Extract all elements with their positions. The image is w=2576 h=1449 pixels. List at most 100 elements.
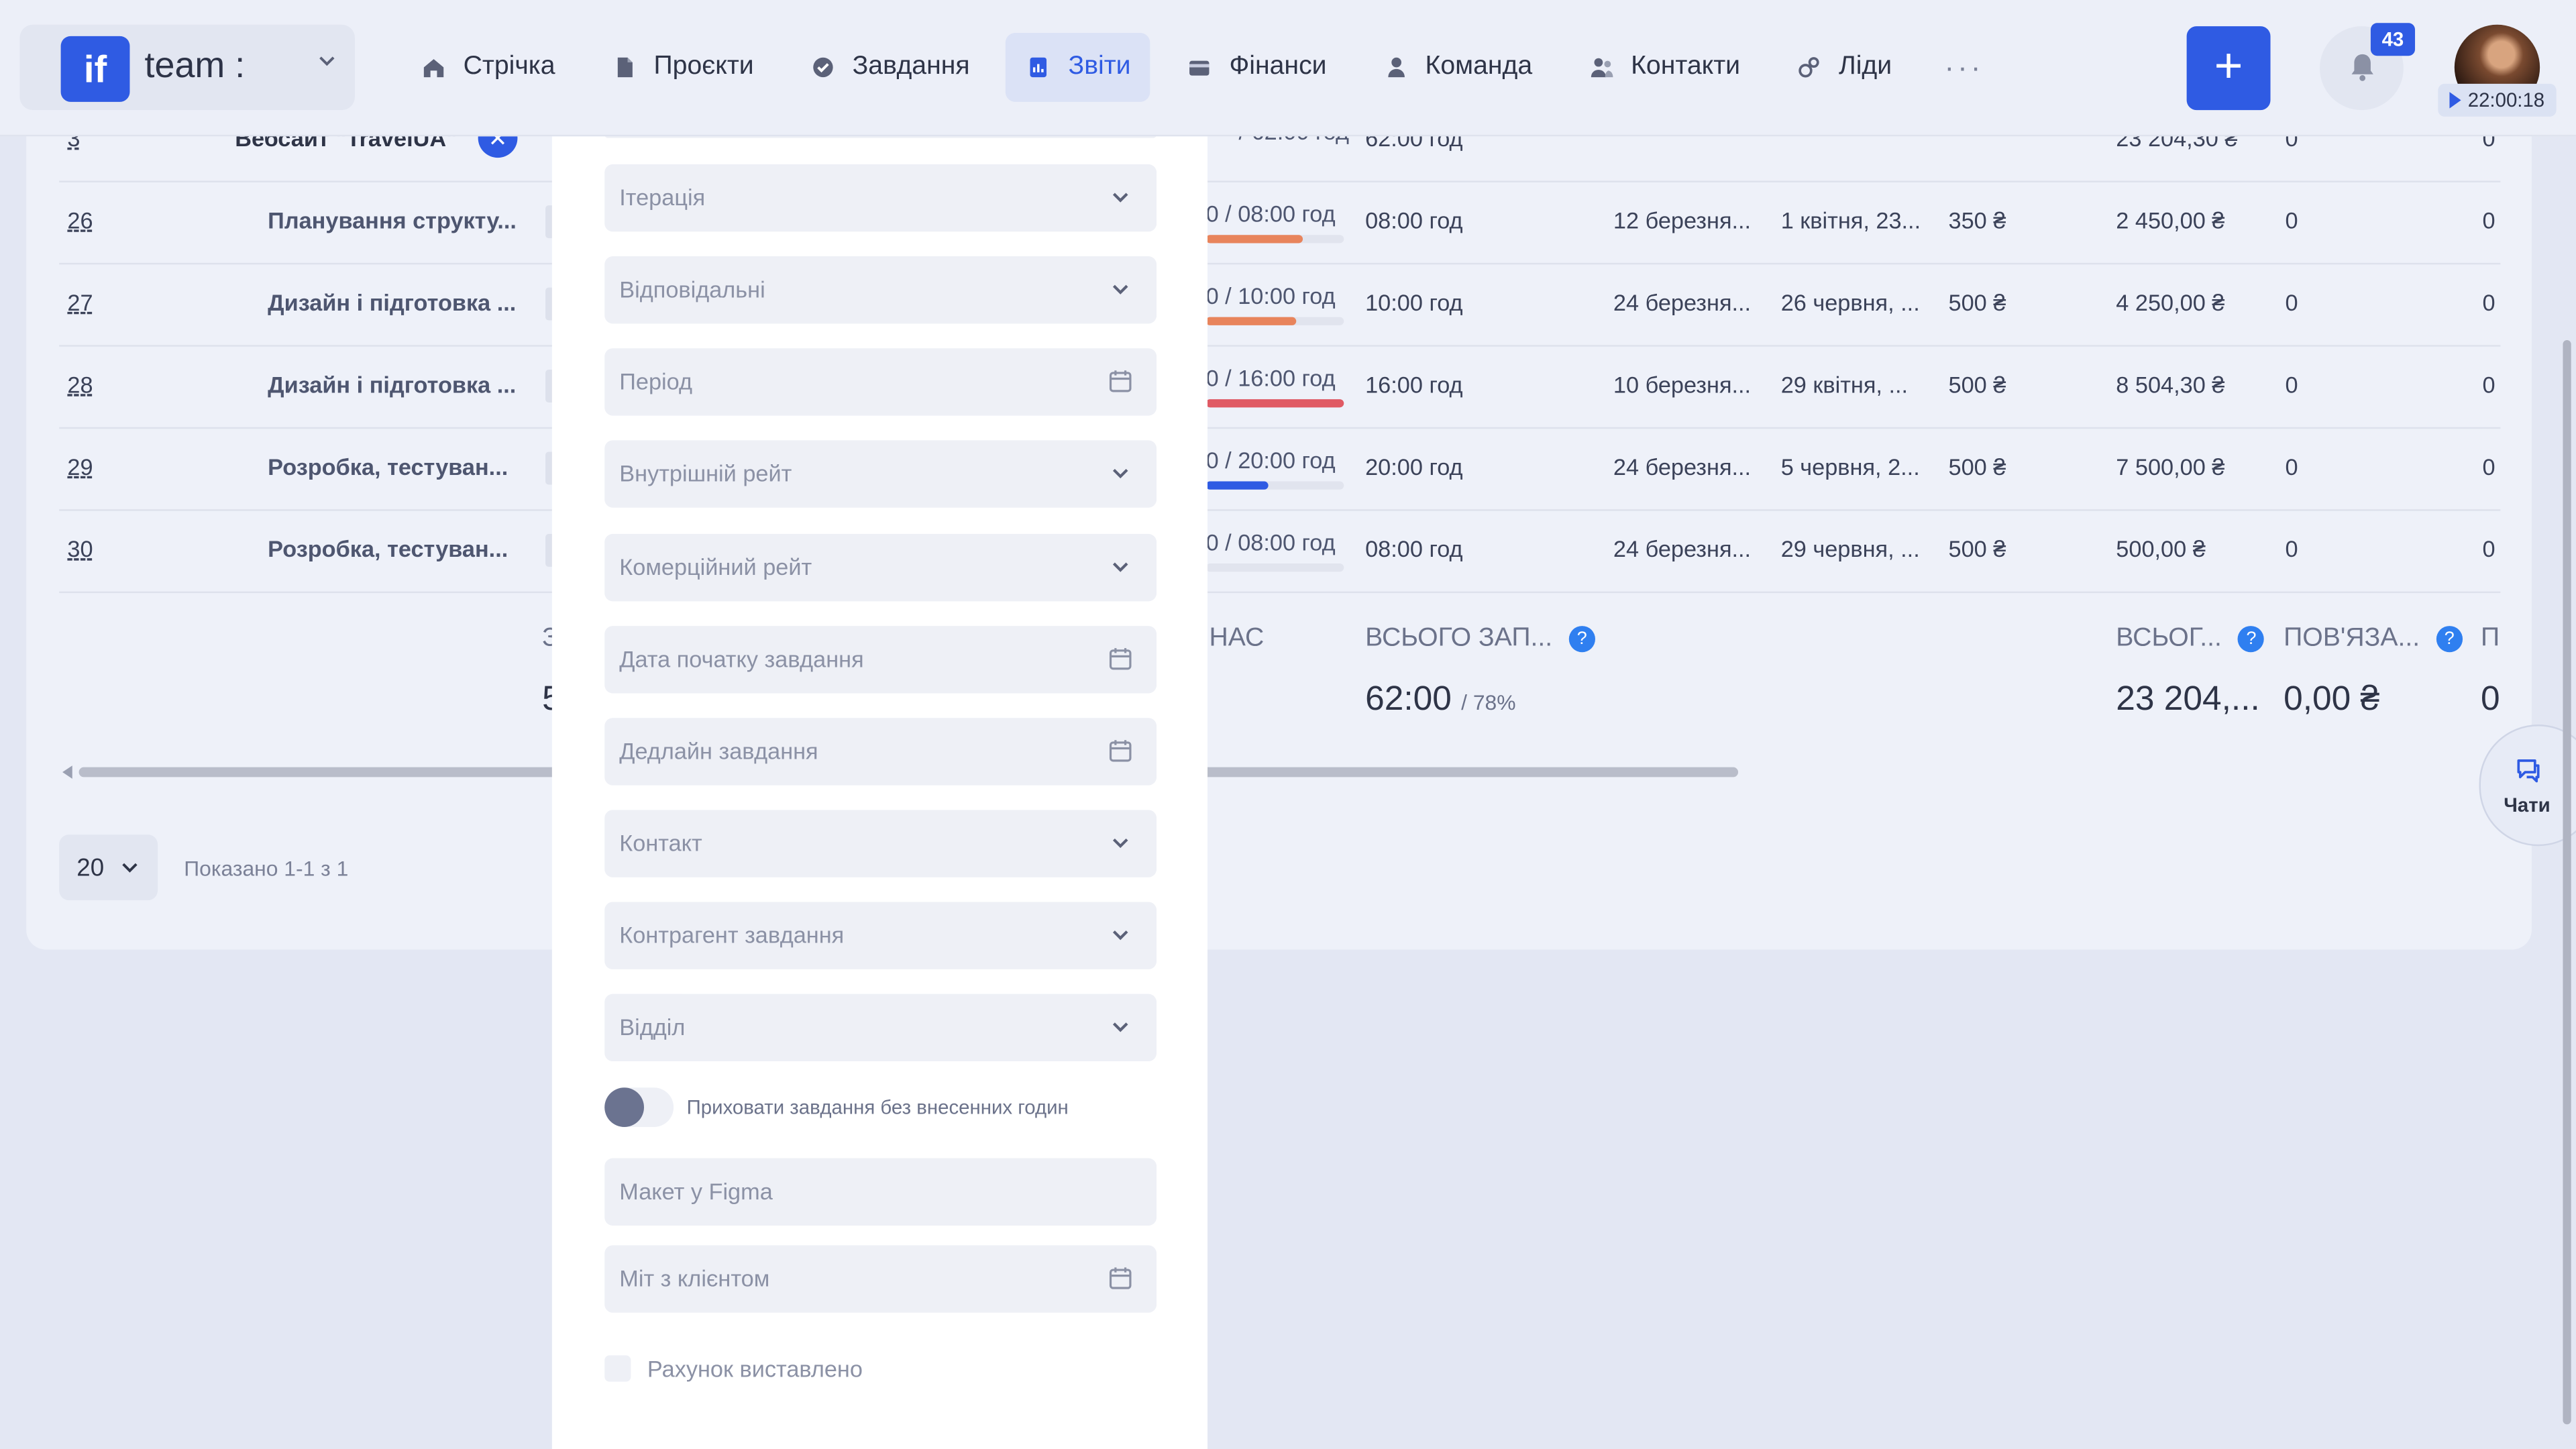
nav-item-1[interactable]: Проєкти	[591, 33, 773, 102]
chevron-down-icon	[1112, 193, 1128, 203]
end-date: 29 квітня, ...	[1780, 371, 1909, 398]
scroll-left-icon[interactable]	[62, 765, 72, 779]
col-a: 0	[2285, 289, 2298, 316]
top-header: if team : Стрічка Проєкти Завдання Звіти Фін…	[0, 0, 2576, 137]
filter-select-0[interactable]: Ітерація	[604, 164, 1157, 232]
sum: 7 500,00 ₴	[2116, 453, 2225, 480]
filter-select-8[interactable]: Контрагент завдання	[604, 902, 1157, 969]
filter-date-5[interactable]: Дата початку завдання	[604, 626, 1157, 694]
help-icon[interactable]: ?	[2436, 626, 2463, 653]
planned-hours: 0 / 10:00 год	[1205, 282, 1336, 309]
col-b: 0	[2482, 535, 2496, 562]
chevron-down-icon	[1112, 1022, 1128, 1032]
play-icon	[2449, 92, 2461, 109]
total-time-header: ВСЬОГО ЗАП...?	[1365, 625, 1595, 654]
bell-icon	[2351, 54, 2373, 81]
time-tracker[interactable]: 22:00:18	[2438, 83, 2557, 117]
task-id-link[interactable]: 28	[67, 371, 93, 397]
start-date: 12 березня...	[1613, 207, 1752, 233]
task-name[interactable]: Розробка, тестуван...	[268, 453, 508, 480]
page-size-select[interactable]: 20	[59, 835, 158, 901]
nav-item-label: Команда	[1425, 52, 1533, 81]
filter-select-4[interactable]: Комерційний рейт	[604, 533, 1157, 602]
nav-item-4[interactable]: Фінанси	[1167, 33, 1346, 102]
last-col-value: 0	[2480, 680, 2500, 718]
chevron-down-icon	[319, 56, 335, 66]
spent-hours: 20:00 год	[1365, 453, 1463, 480]
nav-item-7[interactable]: Ліди	[1776, 33, 1912, 102]
vertical-scrollbar[interactable]	[2563, 339, 2571, 1425]
more-menu-icon[interactable]: ···	[1928, 33, 2000, 102]
calendar-icon	[1109, 740, 1132, 762]
filter-label: Відповідальні	[619, 276, 765, 303]
nav-item-label: Завдання	[852, 52, 970, 81]
nav-item-5[interactable]: Команда	[1362, 33, 1552, 102]
workspace-switcher[interactable]: if team :	[19, 24, 355, 111]
filter-select-1[interactable]: Відповідальні	[604, 256, 1157, 324]
calendar-icon	[1109, 370, 1132, 392]
table-row[interactable]: 28 Дизайн і підготовка ... 0 / 16:00 год 16…	[59, 345, 2501, 429]
hide-empty-toggle[interactable]	[604, 1087, 674, 1128]
help-icon[interactable]: ?	[2238, 626, 2265, 653]
nav-item-label: Стрічка	[463, 52, 555, 81]
filter-select-7[interactable]: Контакт	[604, 810, 1157, 877]
planned-hours: 0 / 08:00 год	[1205, 529, 1336, 555]
showing-count: Показано 1-1 з 1	[184, 855, 349, 881]
nav-item-6[interactable]: Контакти	[1568, 33, 1760, 102]
sum: 500,00 ₴	[2116, 535, 2206, 562]
task-name[interactable]: Планування структу...	[268, 207, 517, 233]
filter-label: Період	[619, 368, 693, 394]
main-nav: Стрічка Проєкти Завдання Звіти Фінанси Команд…	[401, 32, 2000, 102]
spent-hours: 10:00 год	[1365, 289, 1463, 316]
table-row[interactable]: 30 Розробка, тестуван... 0 / 08:00 год 08:0…	[59, 509, 2501, 594]
timer-value: 22:00:18	[2467, 89, 2545, 112]
col-a: 0	[2285, 207, 2298, 233]
invoice-checkbox[interactable]	[604, 1355, 631, 1382]
nav-item-label: Ліди	[1839, 52, 1892, 81]
planned-hours: 0 / 08:00 год	[1205, 200, 1336, 227]
sum: 2 450,00 ₴	[2116, 207, 2225, 233]
chevron-down-icon	[1112, 562, 1128, 572]
linked-header: ПОВ'ЯЗА...?	[2284, 625, 2463, 654]
task-name[interactable]: Розробка, тестуван...	[268, 535, 508, 561]
table-row[interactable]: 26 Планування структу... 0 / 08:00 год 08:0…	[59, 180, 2501, 265]
filter-label: Дата початку завдання	[619, 645, 864, 672]
table-row[interactable]: 27 Дизайн і підготовка ... 0 / 10:00 год 10…	[59, 263, 2501, 347]
task-name[interactable]: Дизайн і підготовка ...	[268, 371, 516, 397]
nav-item-3[interactable]: Звіти	[1006, 32, 1150, 102]
nav-item-label: Фінанси	[1229, 52, 1327, 81]
filter-label: Контакт	[619, 829, 702, 856]
task-id-link[interactable]: 30	[67, 535, 93, 561]
chevron-down-icon	[1112, 284, 1128, 294]
filter-label: Відділ	[619, 1014, 686, 1040]
calendar-icon	[1109, 648, 1132, 670]
progress-bar	[1205, 481, 1344, 490]
filter-date-2[interactable]: Період	[604, 348, 1157, 416]
figma-input[interactable]: Макет у Figma	[604, 1158, 1157, 1226]
col-a: 0	[2285, 371, 2298, 398]
filter-label: Контрагент завдання	[619, 921, 845, 949]
table-row[interactable]: 29 Розробка, тестуван... 0 / 20:00 год 20:0…	[59, 427, 2501, 511]
filter-select-3[interactable]: Внутрішній рейт	[604, 440, 1157, 508]
task-id-link[interactable]: 29	[67, 453, 93, 480]
help-icon[interactable]: ?	[1568, 626, 1595, 653]
toggle-knob	[604, 1087, 645, 1128]
task-name[interactable]: Дизайн і підготовка ...	[268, 289, 516, 315]
total-sum-value: 23 204,...	[2116, 680, 2260, 718]
rate: 500 ₴	[1948, 453, 2006, 480]
start-date: 24 березня...	[1613, 289, 1752, 316]
task-id-link[interactable]: 27	[67, 289, 93, 315]
meeting-date-field[interactable]: Міт з клієнтом	[604, 1245, 1157, 1313]
col-b: 0	[2482, 289, 2496, 316]
add-button[interactable]: +	[2186, 26, 2271, 111]
chevron-down-icon	[123, 863, 138, 873]
nav-item-0[interactable]: Стрічка	[401, 33, 575, 102]
check-circle-icon	[812, 57, 833, 78]
task-id-link[interactable]: 26	[67, 207, 93, 233]
contacts-icon	[1591, 58, 1613, 78]
spent-hours: 08:00 год	[1365, 207, 1463, 233]
filter-date-6[interactable]: Дедлайн завдання	[604, 718, 1157, 786]
nav-item-2[interactable]: Завдання	[790, 33, 989, 102]
start-date: 24 березня...	[1613, 453, 1752, 480]
filter-select-9[interactable]: Відділ	[604, 994, 1157, 1062]
